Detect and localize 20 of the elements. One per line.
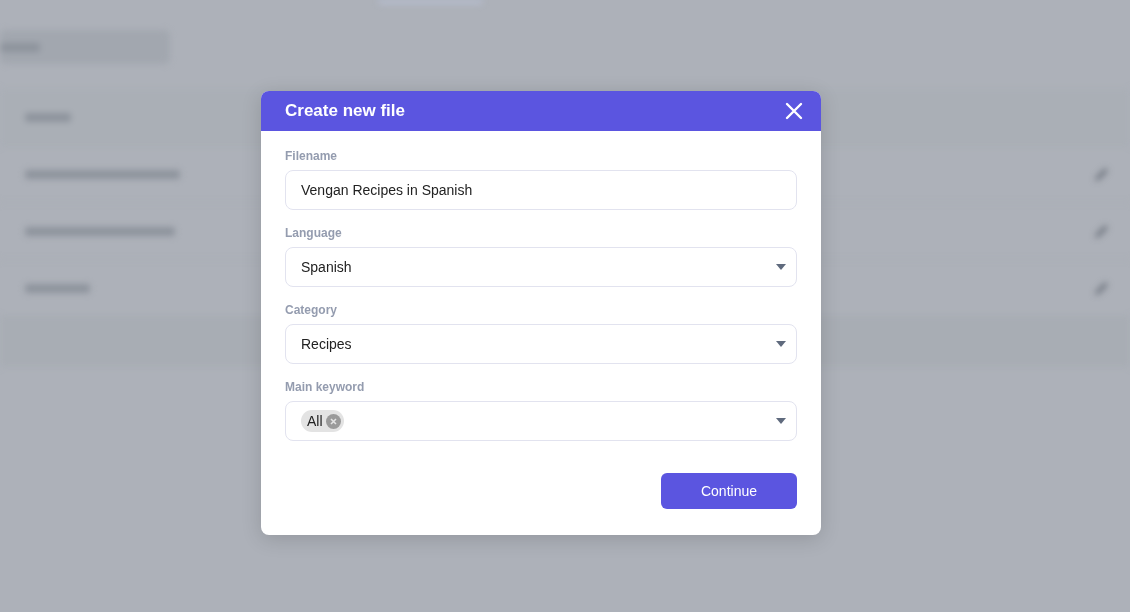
select-field[interactable]: Spanish [285, 247, 797, 287]
continue-button[interactable]: Continue [661, 473, 797, 509]
filename-input[interactable]: Vengan Recipes in Spanish [301, 182, 786, 198]
field-label: Main keyword [285, 380, 366, 394]
field-label: Category [285, 303, 338, 317]
select-field[interactable]: All [285, 401, 797, 441]
dialog-title: Create new file [285, 101, 405, 121]
select-value: Spanish [301, 259, 352, 275]
select-field[interactable]: Recipes [285, 324, 797, 364]
select-value: Recipes [301, 336, 352, 352]
dropdown-caret-icon [776, 341, 786, 347]
dropdown-caret-icon [776, 264, 786, 270]
text-field[interactable]: Vengan Recipes in Spanish [285, 170, 797, 210]
field-label: Filename [285, 149, 339, 163]
dropdown-caret-icon [776, 418, 786, 424]
blurred-text [25, 283, 90, 293]
close-icon [785, 102, 803, 120]
field-label: Language [285, 226, 343, 240]
close-button[interactable] [785, 102, 803, 120]
keyword-chip: All [301, 410, 344, 432]
